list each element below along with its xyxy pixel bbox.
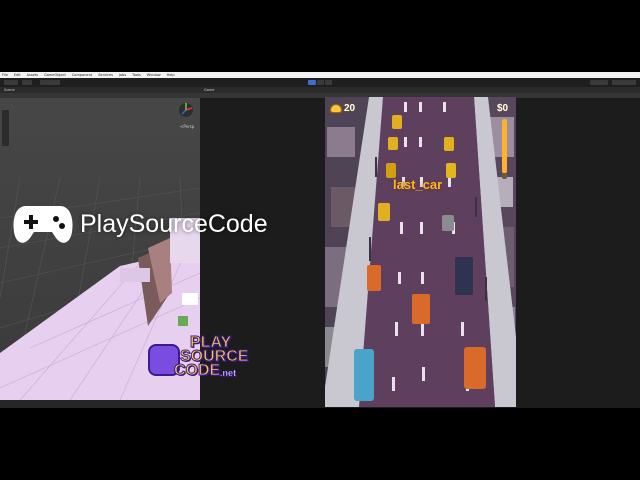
car-orange-center [412, 294, 430, 324]
car-dark-van [455, 257, 473, 295]
coin-pile-icon [331, 105, 341, 112]
car-orange-left [367, 265, 381, 291]
logo-suffix: .net [220, 368, 237, 379]
coins-value: 20 [344, 103, 356, 114]
scene-tools-column[interactable] [2, 110, 9, 146]
scene-bottom-bar [0, 400, 200, 408]
gamepad-icon [12, 204, 74, 246]
persp-label: <Persp [180, 124, 195, 129]
coins-counter: 20 [331, 103, 355, 114]
game-canvas[interactable]: 20 $0 last_car [325, 97, 516, 407]
layout-dropdown[interactable] [612, 80, 636, 85]
progress-fill [502, 119, 507, 173]
game-scene [325, 97, 516, 407]
money-value: $0 [497, 103, 509, 114]
playsourcecode-logo: PLAY SOURCE CODE .net [148, 334, 268, 384]
play-icon[interactable] [308, 80, 316, 85]
scene-gizmo-icon [179, 103, 193, 117]
car-blue-bus [354, 349, 374, 401]
watermark-brand: PlaySourceCode [80, 210, 268, 238]
level-name: last_car [393, 177, 443, 192]
pause-icon[interactable] [317, 80, 324, 85]
account-dropdown[interactable] [4, 80, 18, 85]
transform-tools[interactable] [40, 80, 60, 85]
layers-dropdown[interactable] [590, 80, 608, 85]
cloud-button[interactable] [22, 80, 32, 85]
step-icon[interactable] [325, 80, 332, 85]
logo-line-3: CODE [173, 362, 221, 380]
car-orange-right [464, 347, 486, 389]
